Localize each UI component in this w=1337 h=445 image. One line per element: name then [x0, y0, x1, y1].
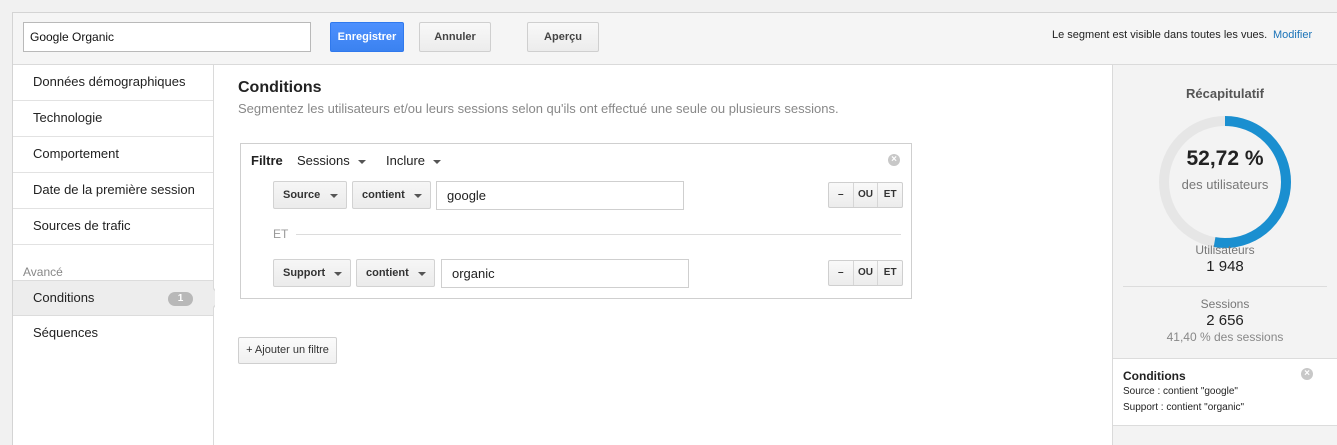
conditions-panel: Conditions Segmentez les utilisateurs et…	[215, 65, 1112, 445]
conditions-summary-line: Source : contient "google"	[1123, 386, 1238, 397]
remove-condition-button[interactable]: –	[829, 183, 853, 207]
scope-dropdown[interactable]: Sessions	[297, 153, 366, 168]
dimension-select[interactable]: Support	[273, 259, 351, 287]
users-value: 1 948	[1206, 258, 1244, 275]
and-condition-button[interactable]: ET	[877, 183, 902, 207]
chevron-down-icon	[334, 272, 342, 276]
operator-select-value: contient	[366, 267, 409, 279]
conditions-count-badge: 1	[168, 292, 193, 306]
save-button[interactable]: Enregistrer	[330, 22, 404, 52]
and-separator-label: ET	[273, 227, 289, 241]
modify-link[interactable]: Modifier	[1273, 29, 1312, 41]
conditions-summary-line: Support : contient "organic"	[1123, 402, 1245, 413]
chevron-down-icon	[418, 272, 426, 276]
sidebar-section-advanced: Avancé	[23, 265, 63, 279]
add-filter-button[interactable]: + Ajouter un filtre	[238, 337, 337, 364]
operator-select-value: contient	[362, 189, 405, 201]
scope-dropdown-value: Sessions	[297, 153, 350, 168]
condition-value-input[interactable]: google	[436, 181, 684, 210]
users-percentage-label: des utilisateurs	[1181, 177, 1269, 192]
remove-condition-button[interactable]: –	[829, 261, 853, 285]
filter-card: Filtre Sessions Inclure × Source contien…	[240, 143, 912, 299]
sessions-percentage: 41,40 % des sessions	[1166, 330, 1284, 344]
sidebar-item-first-session-date[interactable]: Date de la première session	[13, 173, 213, 209]
sidebar: Données démographiques Technologie Compo…	[13, 65, 223, 445]
preview-button[interactable]: Aperçu	[527, 22, 599, 52]
condition-actions: – OU ET	[828, 260, 903, 286]
summary-divider	[1123, 286, 1327, 287]
page-subtitle: Segmentez les utilisateurs et/ou leurs s…	[238, 101, 839, 116]
cancel-button[interactable]: Annuler	[419, 22, 491, 52]
close-icon[interactable]: ×	[1301, 368, 1313, 380]
app-root: Enregistrer Annuler Aperçu Le segment es…	[0, 0, 1337, 445]
and-condition-button[interactable]: ET	[877, 261, 902, 285]
page-title: Conditions	[238, 79, 322, 96]
dimension-select[interactable]: Source	[273, 181, 347, 209]
sidebar-item-label: Conditions	[33, 290, 95, 305]
sidebar-item-traffic-sources[interactable]: Sources de trafic	[13, 209, 213, 245]
chevron-down-icon	[330, 194, 338, 198]
sidebar-item-behavior[interactable]: Comportement	[13, 137, 213, 173]
users-percentage: 52,72 %	[1186, 147, 1264, 170]
filter-label: Filtre	[251, 153, 283, 168]
summary-title: Récapitulatif	[1185, 86, 1264, 101]
conditions-summary: Conditions Source : contient "google" Su…	[1113, 358, 1337, 426]
summary-panel: Récapitulatif 52,72 % des utilisateurs U…	[1112, 65, 1337, 445]
segment-toolbar: Enregistrer Annuler Aperçu Le segment es…	[13, 13, 1337, 65]
and-separator-line	[296, 234, 901, 235]
condition-actions: – OU ET	[828, 182, 903, 208]
users-label: Utilisateurs	[1195, 243, 1255, 257]
include-dropdown[interactable]: Inclure	[386, 153, 442, 168]
visibility-text: Le segment est visible dans toutes les v…	[1052, 29, 1268, 41]
operator-select[interactable]: contient	[352, 181, 431, 209]
dimension-select-value: Source	[283, 189, 321, 201]
condition-value-input[interactable]: organic	[441, 259, 689, 288]
sidebar-item-demographics[interactable]: Données démographiques	[13, 65, 213, 101]
close-icon[interactable]: ×	[888, 154, 900, 166]
include-dropdown-value: Inclure	[386, 153, 426, 168]
chevron-down-icon	[414, 194, 422, 198]
segment-name-input[interactable]	[23, 22, 311, 52]
dimension-select-value: Support	[283, 267, 326, 279]
or-condition-button[interactable]: OU	[852, 183, 878, 207]
sidebar-item-conditions[interactable]: Conditions 1	[13, 280, 213, 316]
sessions-value: 2 656	[1206, 312, 1244, 329]
chevron-down-icon	[357, 159, 366, 164]
segment-editor: Enregistrer Annuler Aperçu Le segment es…	[12, 12, 1337, 445]
chevron-down-icon	[433, 159, 442, 164]
sidebar-item-technology[interactable]: Technologie	[13, 101, 213, 137]
or-condition-button[interactable]: OU	[852, 261, 878, 285]
sidebar-item-sequences[interactable]: Séquences	[13, 316, 213, 352]
sessions-label: Sessions	[1200, 297, 1250, 311]
operator-select[interactable]: contient	[356, 259, 435, 287]
conditions-summary-title: Conditions	[1123, 369, 1186, 383]
